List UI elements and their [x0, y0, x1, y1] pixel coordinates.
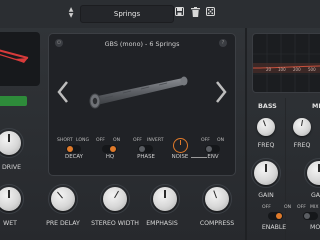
randomize-icon[interactable] [206, 7, 216, 17]
mid-band-title: MI [312, 102, 320, 110]
decay-long-label: LONG [76, 138, 90, 143]
bass-gain-label: GAIN [258, 192, 274, 199]
emphasis-label: EMPHASIS [146, 220, 178, 227]
decay-label: DECAY [65, 154, 83, 160]
next-model-icon[interactable] [214, 80, 228, 104]
mid-freq-label: FREQ [293, 142, 311, 149]
eq-tick-20: 20 [266, 67, 272, 72]
mid-mode-off-label: OFF [297, 205, 306, 210]
emphasis-knob[interactable] [153, 187, 177, 211]
level-meter [0, 96, 27, 106]
env-switch-labels: OFF ON [201, 137, 229, 145]
mid-gain-label: GA [311, 192, 320, 199]
bass-enable-label: ENABLE [261, 224, 287, 231]
mid-freq-knob[interactable] [293, 118, 311, 136]
preset-name-field[interactable]: Springs [80, 5, 174, 23]
env-toggle[interactable] [205, 145, 220, 153]
model-info-icon[interactable]: ? [219, 39, 227, 47]
spring-tank-image [89, 76, 188, 109]
eq-display: 20 100 200 500 [252, 33, 320, 93]
decay-toggle[interactable] [66, 145, 81, 153]
bass-enable-off-label: OFF [262, 205, 271, 210]
hq-off-label: OFF [96, 138, 105, 143]
drive-label: DRIVE [2, 164, 22, 171]
springs-reverb-plugin: ▲ ▼ Springs DRIVE WET ⏻ GBS (mono) - 6 S… [0, 0, 320, 240]
hq-on-label: ON [113, 138, 121, 143]
hq-label: HQ [105, 154, 115, 160]
eq-tick-500: 500 [308, 67, 316, 72]
compress-knob[interactable] [205, 187, 229, 211]
decay-short-label: SHORT [57, 138, 73, 143]
hq-switch-labels: OFF ON [96, 137, 126, 145]
input-display [0, 32, 40, 86]
eq-band-divider [285, 98, 286, 240]
mid-mode-label: MO [310, 224, 320, 231]
bass-gain-knob[interactable] [254, 161, 278, 185]
right-panel-divider [245, 28, 247, 240]
spring-model-panel: ⏻ GBS (mono) - 6 Springs ? SHORT LONG OF… [48, 33, 236, 176]
env-off-label: OFF [201, 138, 210, 143]
decay-switch-labels: SHORT LONG [57, 137, 97, 145]
eq-tick-200: 200 [293, 67, 301, 72]
delete-icon[interactable] [191, 7, 201, 17]
compress-label: COMPRESS [199, 220, 235, 227]
phase-toggle[interactable] [138, 145, 153, 153]
bass-freq-knob[interactable] [257, 118, 275, 136]
env-label: ENV [207, 154, 219, 160]
phase-label: PHASE [137, 154, 155, 160]
bass-enable-toggle[interactable] [268, 212, 283, 220]
bass-freq-label: FREQ [257, 142, 275, 149]
model-title: GBS (mono) - 6 Springs [104, 40, 180, 48]
mid-mode-toggle[interactable] [303, 212, 318, 220]
wet-label: WET [3, 220, 17, 227]
phase-off-label: OFF [133, 138, 142, 143]
save-icon[interactable] [175, 7, 185, 17]
previous-model-icon[interactable] [56, 80, 70, 104]
stereo-width-label: STEREO WIDTH [91, 220, 139, 227]
pre-delay-knob[interactable] [51, 187, 75, 211]
top-bar: ▲ ▼ Springs [0, 0, 320, 28]
mid-mode-mix-label: MIX [310, 205, 319, 210]
noise-label: NOISE [171, 154, 189, 160]
noise-knob[interactable] [173, 138, 188, 153]
env-on-label: ON [217, 138, 225, 143]
preset-up-down-icon[interactable]: ▲ ▼ [67, 7, 75, 21]
stereo-width-knob[interactable] [103, 187, 127, 211]
phase-invert-label: INVERT [147, 138, 164, 143]
phase-switch-labels: OFF INVERT [133, 137, 169, 145]
pre-delay-label: PRE DELAY [46, 220, 80, 227]
bass-band-title: BASS [258, 102, 277, 110]
hq-toggle[interactable] [102, 145, 117, 153]
eq-tick-100: 100 [278, 67, 286, 72]
bass-enable-on-label: ON [284, 205, 292, 210]
